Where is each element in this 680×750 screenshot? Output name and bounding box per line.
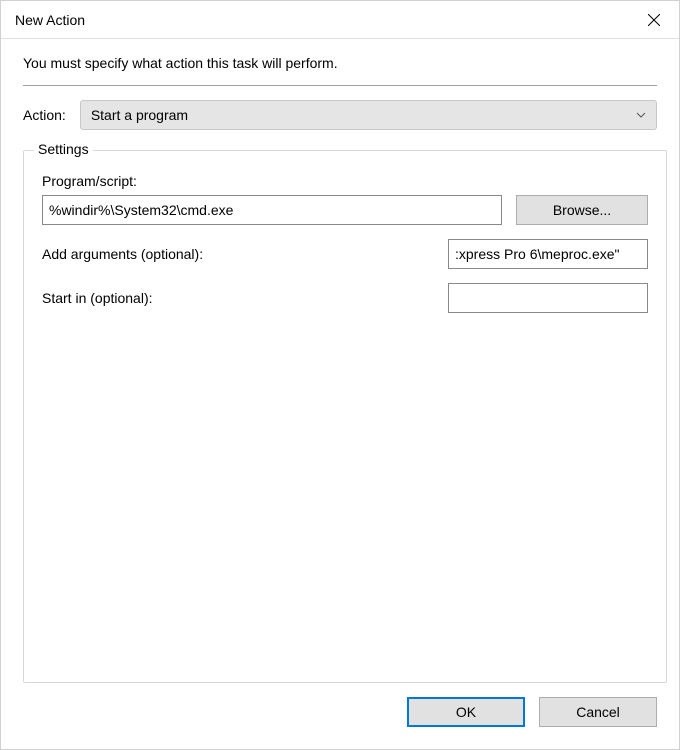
settings-group-title: Settings [34,141,93,157]
instruction-text: You must specify what action this task w… [23,55,657,71]
cancel-button[interactable]: Cancel [539,697,657,727]
arguments-input[interactable] [448,239,648,269]
startin-input[interactable] [448,283,648,313]
dialog-content: You must specify what action this task w… [1,39,679,697]
action-dropdown[interactable]: Start a program [80,100,657,130]
close-button[interactable] [629,1,679,39]
program-label: Program/script: [42,173,648,189]
button-row: OK Cancel [1,697,679,749]
action-row: Action: Start a program [23,100,657,130]
arguments-label: Add arguments (optional): [42,246,203,262]
titlebar: New Action [1,1,679,39]
action-selected-value: Start a program [91,107,188,123]
action-label: Action: [23,107,66,123]
program-input[interactable] [42,195,502,225]
startin-label: Start in (optional): [42,290,153,306]
startin-row: Start in (optional): [42,283,648,313]
close-icon [648,14,660,26]
browse-button[interactable]: Browse... [516,195,648,225]
program-row: Browse... [42,195,648,225]
ok-button[interactable]: OK [407,697,525,727]
window-title: New Action [15,12,85,28]
chevron-down-icon [636,112,646,118]
new-action-dialog: New Action You must specify what action … [0,0,680,750]
divider [23,85,657,86]
settings-group: Settings Program/script: Browse... Add a… [23,150,667,683]
arguments-row: Add arguments (optional): [42,239,648,269]
